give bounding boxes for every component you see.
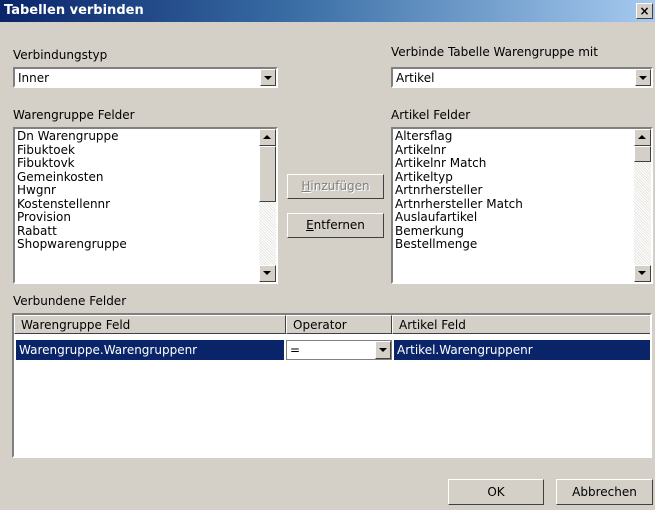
remove-button-label: ntfernen: [313, 218, 365, 232]
left-list-scrollbar[interactable]: [259, 129, 276, 282]
join-table-label: Verbinde Tabelle Warengruppe mit: [391, 45, 598, 59]
chevron-down-icon: [379, 348, 387, 352]
right-list-scrollbar[interactable]: [634, 129, 651, 282]
list-item[interactable]: Rabatt: [17, 224, 127, 239]
list-item[interactable]: Fibuktovk: [17, 157, 127, 171]
scroll-down-button[interactable]: [634, 265, 651, 282]
remove-button[interactable]: Entfernen: [287, 213, 384, 238]
list-item[interactable]: Altersflag: [395, 130, 523, 144]
list-item[interactable]: Artnrhersteller: [395, 184, 523, 198]
scroll-up-button[interactable]: [259, 129, 276, 146]
list-item[interactable]: Provision: [17, 211, 127, 225]
list-item[interactable]: Bestellmenge: [395, 238, 523, 252]
list-item[interactable]: Shopwarengruppe: [17, 238, 127, 252]
join-table-select[interactable]: Artikel: [391, 67, 653, 88]
joined-fields-label: Verbundene Felder: [13, 294, 127, 308]
window-title: Tabellen verbinden: [4, 3, 144, 18]
operator-dropdown-button[interactable]: [375, 341, 391, 359]
right-fields-label: Artikel Felder: [391, 108, 471, 122]
close-icon: ×: [639, 4, 650, 18]
column-header-label: Operator: [293, 318, 347, 332]
chevron-up-icon: [263, 135, 271, 139]
column-header-label: Artikel Feld: [399, 318, 466, 332]
joined-fields-grid[interactable]: Warengruppe Feld Operator Artikel Feld W…: [12, 313, 652, 458]
operator-select[interactable]: =: [286, 340, 392, 360]
chevron-down-icon: [638, 271, 646, 275]
list-item[interactable]: Gemeinkosten: [17, 170, 127, 185]
list-item[interactable]: Dn Warengruppe: [17, 130, 127, 144]
column-header-operator[interactable]: Operator: [286, 315, 392, 334]
column-header-right-field[interactable]: Artikel Feld: [392, 315, 650, 334]
column-header-left-field[interactable]: Warengruppe Feld: [14, 315, 286, 334]
list-item[interactable]: Artnrhersteller Match: [395, 197, 523, 212]
column-header-label: Warengruppe Feld: [21, 318, 131, 332]
left-fields-list[interactable]: Dn Warengruppe Fibuktoek Fibuktovk Gemei…: [13, 127, 278, 284]
right-fields-list[interactable]: Altersflag Artikelnr Artikelnr Match Art…: [391, 127, 653, 284]
join-type-dropdown-button[interactable]: [260, 69, 276, 86]
row-left-field-cell[interactable]: Warengruppe.Warengruppenr: [16, 340, 284, 360]
scroll-thumb[interactable]: [259, 146, 276, 202]
list-item[interactable]: Artikelnr: [395, 143, 523, 158]
chevron-down-icon: [639, 76, 647, 80]
close-button[interactable]: ×: [636, 3, 653, 19]
operator-value: =: [290, 343, 301, 357]
row-left-field: Warengruppe.Warengruppenr: [19, 343, 198, 357]
chevron-up-icon: [638, 135, 646, 139]
scroll-thumb[interactable]: [634, 146, 651, 162]
row-right-field-cell[interactable]: Artikel.Warengruppenr: [394, 340, 650, 360]
cancel-button[interactable]: Abbrechen: [556, 479, 653, 505]
chevron-down-icon: [264, 76, 272, 80]
dialog-window: Tabellen verbinden × Verbindungstyp Inne…: [0, 0, 655, 510]
join-type-label: Verbindungstyp: [13, 48, 108, 62]
list-item[interactable]: Hwgnr: [17, 184, 127, 198]
ok-button[interactable]: OK: [448, 479, 544, 505]
join-table-dropdown-button[interactable]: [635, 69, 651, 86]
add-button[interactable]: Hinzufügen: [287, 174, 384, 199]
list-item[interactable]: Bemerkung: [395, 224, 523, 239]
row-right-field: Artikel.Warengruppenr: [397, 343, 533, 357]
operator-dropdown-wrapper: [375, 341, 391, 359]
join-type-value: Inner: [18, 71, 50, 85]
join-table-value: Artikel: [396, 71, 435, 85]
scroll-up-button[interactable]: [634, 129, 651, 146]
left-fields-label: Warengruppe Felder: [13, 108, 135, 122]
list-item[interactable]: Auslaufartikel: [395, 211, 523, 225]
join-type-select[interactable]: Inner: [13, 67, 278, 88]
scroll-down-button[interactable]: [259, 265, 276, 282]
list-item[interactable]: Kostenstellennr: [17, 197, 127, 212]
list-item[interactable]: Artikelnr Match: [395, 157, 523, 171]
title-bar[interactable]: Tabellen verbinden ×: [0, 0, 655, 22]
chevron-down-icon: [263, 271, 271, 275]
add-button-label: inzufügen: [310, 179, 370, 193]
list-item[interactable]: Fibuktoek: [17, 143, 127, 158]
remove-button-mnemonic: E: [306, 218, 314, 232]
list-item[interactable]: Artikeltyp: [395, 170, 523, 185]
